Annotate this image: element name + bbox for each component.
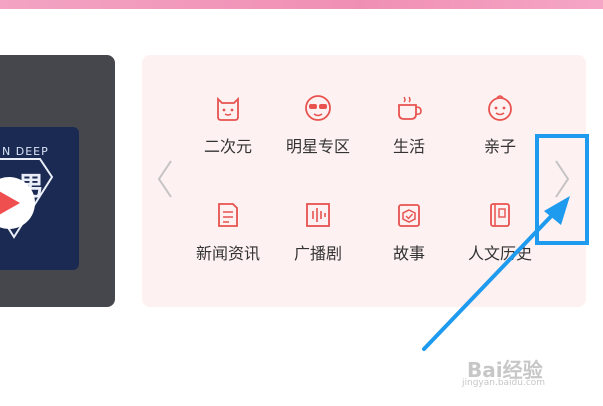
pointer-arrow-icon <box>422 196 570 351</box>
watermark-url: jingyan.baidu.com <box>462 378 546 388</box>
